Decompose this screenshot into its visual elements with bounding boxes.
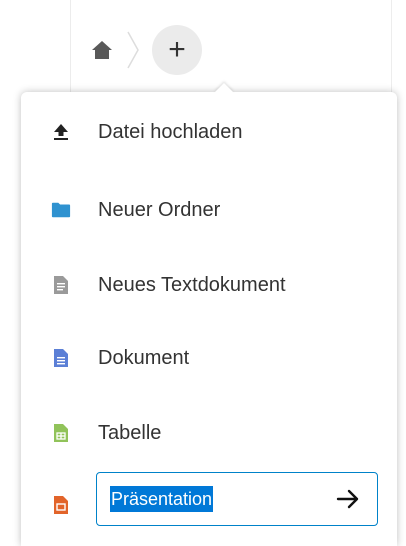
document-icon <box>51 348 71 368</box>
new-file-name-input[interactable]: Präsentation <box>96 472 378 526</box>
menu-item-spreadsheet[interactable]: Tabelle <box>21 403 397 463</box>
menu-pointer <box>214 83 234 93</box>
files-app-view: + Datei hochladen Neuer Ordner Neues Tex… <box>0 0 406 546</box>
new-item-button[interactable]: + <box>152 25 202 75</box>
menu-item-document[interactable]: Dokument <box>21 328 397 388</box>
menu-item-label: Tabelle <box>98 421 162 444</box>
menu-item-upload-file[interactable]: Datei hochladen <box>21 102 397 162</box>
text-document-icon <box>51 275 71 295</box>
home-icon[interactable] <box>88 36 116 64</box>
breadcrumb: + <box>88 25 202 75</box>
upload-icon <box>51 122 71 142</box>
menu-item-label: Datei hochladen <box>98 120 243 143</box>
folder-icon <box>51 200 71 220</box>
file-name-value: Präsentation <box>110 486 214 512</box>
arrow-right-icon[interactable] <box>335 486 361 512</box>
new-item-menu: Datei hochladen Neuer Ordner Neues Textd… <box>21 83 397 546</box>
spreadsheet-icon <box>51 423 71 443</box>
presentation-icon <box>51 495 71 515</box>
menu-item-label: Neues Textdokument <box>98 273 286 296</box>
menu-item-label: Neuer Ordner <box>98 198 221 221</box>
menu-item-new-folder[interactable]: Neuer Ordner <box>21 180 397 240</box>
plus-icon: + <box>168 33 186 66</box>
menu-item-label: Dokument <box>98 346 190 369</box>
menu-item-new-text-document[interactable]: Neues Textdokument <box>21 255 397 315</box>
navigation-divider <box>70 0 71 92</box>
menu-item-presentation[interactable]: Präsentation <box>21 471 397 531</box>
chevron-right-icon <box>122 28 144 72</box>
